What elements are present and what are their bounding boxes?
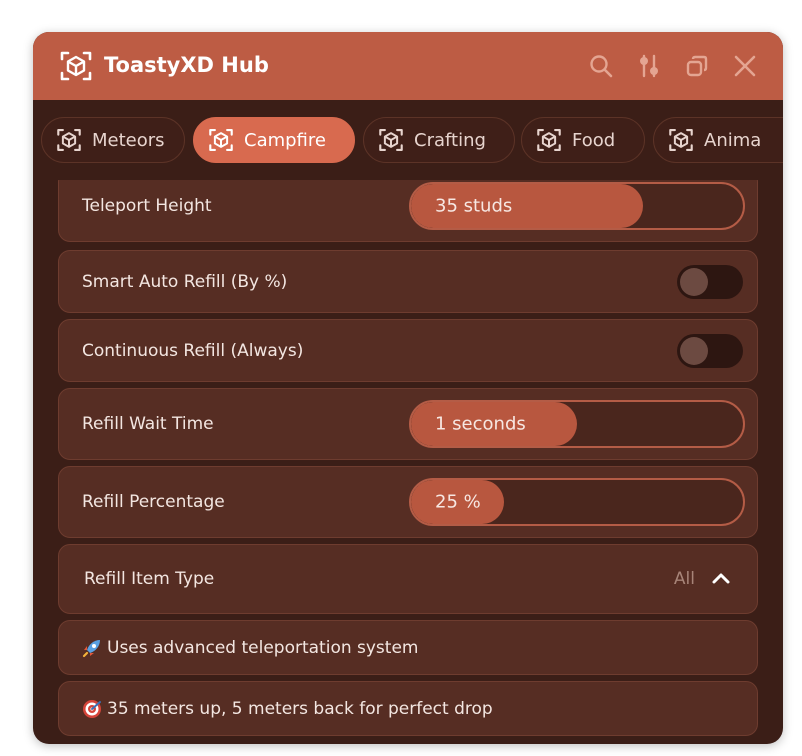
dropdown-value: All bbox=[673, 569, 695, 589]
info-teleport-system: Uses advanced teleportation system bbox=[58, 620, 758, 675]
refill-wait-time-row: Refill Wait Time 1 seconds bbox=[58, 388, 758, 460]
setting-label: Refill Item Type bbox=[84, 569, 215, 589]
cube-icon bbox=[669, 128, 693, 152]
info-drop-offset: 35 meters up, 5 meters back for perfect … bbox=[58, 681, 758, 736]
smart-auto-refill-row: Smart Auto Refill (By %) bbox=[58, 250, 758, 313]
refill-wait-time-slider[interactable]: 1 seconds bbox=[409, 400, 745, 448]
settings-panel: Teleport Height 35 studs Smart Auto Refi… bbox=[33, 180, 783, 744]
teleport-height-row: Teleport Height 35 studs bbox=[58, 180, 758, 242]
tab-label: Campfire bbox=[244, 129, 326, 151]
tab-food[interactable]: Food bbox=[521, 117, 645, 163]
tab-animals[interactable]: Anima bbox=[653, 117, 783, 163]
tab-bar: Meteors Campfire Crafting Food Anima bbox=[33, 100, 783, 180]
slider-value: 25 % bbox=[435, 491, 481, 513]
refill-percentage-row: Refill Percentage 25 % bbox=[58, 466, 758, 538]
slider-value: 35 studs bbox=[435, 195, 513, 217]
smart-auto-refill-toggle[interactable] bbox=[677, 264, 743, 299]
tab-label: Meteors bbox=[92, 129, 165, 151]
continuous-refill-row: Continuous Refill (Always) bbox=[58, 319, 758, 382]
cube-logo-icon bbox=[60, 51, 92, 81]
setting-label: Refill Wait Time bbox=[82, 414, 214, 434]
tab-label: Food bbox=[572, 129, 616, 151]
chevron-up-icon[interactable] bbox=[709, 567, 733, 591]
target-icon bbox=[83, 699, 101, 718]
tab-label: Anima bbox=[704, 129, 762, 151]
continuous-refill-toggle[interactable] bbox=[677, 333, 743, 368]
setting-label: Continuous Refill (Always) bbox=[82, 340, 304, 361]
window-title: ToastyXD Hub bbox=[104, 53, 269, 77]
hub-window: ToastyXD Hub Meteors Campfire Crafting F… bbox=[33, 32, 783, 744]
cube-icon bbox=[209, 128, 233, 152]
title-actions bbox=[587, 52, 759, 80]
setting-label: Refill Percentage bbox=[82, 492, 225, 512]
toggle-knob bbox=[680, 336, 708, 365]
info-text: Uses advanced teleportation system bbox=[107, 637, 419, 658]
tab-crafting[interactable]: Crafting bbox=[363, 117, 515, 163]
settings-sliders-icon[interactable] bbox=[635, 52, 663, 80]
cube-icon bbox=[379, 128, 403, 152]
refill-percentage-slider[interactable]: 25 % bbox=[409, 478, 745, 526]
cube-icon bbox=[537, 128, 561, 152]
title-bar[interactable]: ToastyXD Hub bbox=[33, 32, 783, 100]
close-icon[interactable] bbox=[731, 52, 759, 80]
refill-item-type-dropdown[interactable]: Refill Item Type All bbox=[58, 544, 758, 614]
tab-campfire[interactable]: Campfire bbox=[193, 117, 355, 163]
rocket-icon bbox=[82, 639, 100, 657]
cube-icon bbox=[57, 128, 81, 152]
tab-meteors[interactable]: Meteors bbox=[41, 117, 185, 163]
toggle-knob bbox=[680, 267, 708, 296]
info-text: 35 meters up, 5 meters back for perfect … bbox=[107, 698, 493, 719]
tab-label: Crafting bbox=[414, 129, 486, 151]
setting-label: Teleport Height bbox=[82, 196, 212, 216]
teleport-height-slider[interactable]: 35 studs bbox=[409, 182, 745, 230]
search-icon[interactable] bbox=[587, 52, 615, 80]
slider-value: 1 seconds bbox=[435, 413, 526, 435]
setting-label: Smart Auto Refill (By %) bbox=[82, 271, 288, 292]
window-copy-icon[interactable] bbox=[683, 52, 711, 80]
